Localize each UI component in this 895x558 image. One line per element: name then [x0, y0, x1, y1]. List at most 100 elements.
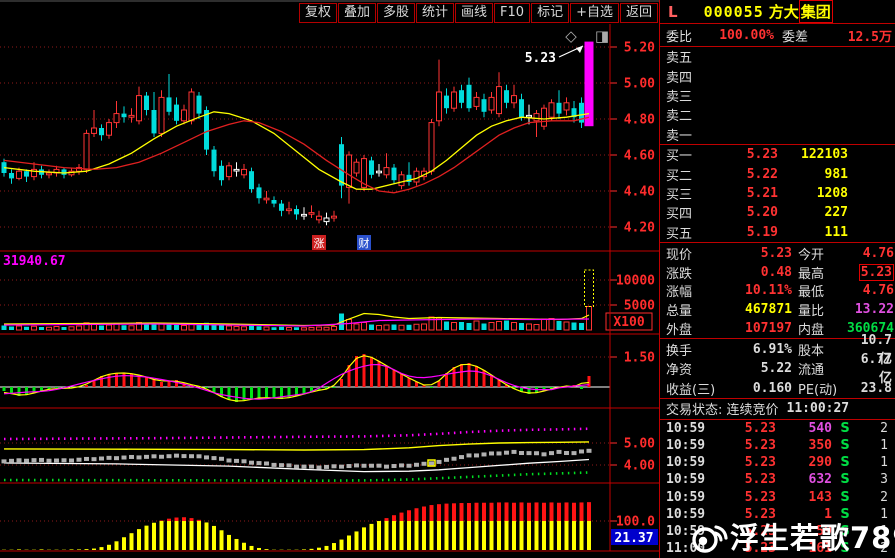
ask-label: 卖二	[666, 105, 706, 124]
toolbar-buttons: 复权叠加多股统计画线F10标记+自选返回	[299, 3, 659, 23]
price-axis-label: 5.20	[624, 41, 655, 56]
stock-app-window: 复权叠加多股统计画线F10标记+自选返回 5.205.004.804.604.4…	[0, 0, 895, 558]
stock-code: 000055	[704, 3, 764, 21]
band-lower-line	[4, 473, 589, 481]
watermark-text: 浮生若歌789	[730, 515, 895, 557]
tick-price: 5.23	[710, 421, 776, 436]
fundamental-stats: 换手6.91%股本10.7亿净资5.22流通6.77亿收益(三)0.160PE(…	[660, 338, 895, 398]
bid-row[interactable]: 买三5.211208	[660, 184, 895, 203]
tick-time: 10:59	[666, 455, 710, 470]
tick-direction: S	[832, 438, 858, 453]
tick-row: 10:595.23540S2	[660, 420, 895, 437]
stat-label: 净资	[666, 359, 724, 378]
ask-label: 卖三	[666, 86, 706, 105]
layout-toggle-icon[interactable]: ◨	[595, 27, 609, 45]
toolbar-button-+自选[interactable]: +自选	[570, 3, 619, 23]
tick-row: 10:595.23632S3	[660, 471, 895, 488]
tick-time: 10:59	[666, 438, 710, 453]
toolbar-button-统计[interactable]: 统计	[416, 3, 454, 23]
stock-name: 方大	[769, 1, 799, 22]
toolbar-button-复权[interactable]: 复权	[299, 3, 337, 23]
quote-stats: 现价5.23今开4.76涨跌0.48最高5.23涨幅10.11%最低4.76总量…	[660, 242, 895, 338]
osc-current-value: 21.37	[614, 531, 653, 546]
stock-title: L 000055 方大 集团	[660, 0, 895, 24]
bid-row[interactable]: 买五5.19111	[660, 223, 895, 242]
ask-row[interactable]: 卖四	[660, 66, 895, 85]
stat-value-boxed: 5.23	[859, 264, 894, 281]
stat-label: 内盘	[798, 319, 846, 338]
ask-row[interactable]: 卖二	[660, 105, 895, 124]
bid-label: 买二	[666, 165, 706, 184]
toolbar-button-多股[interactable]: 多股	[377, 3, 415, 23]
trade-status: 交易状态: 连续竞价 11:00:27	[660, 398, 895, 420]
quote-stat-row: 涨跌0.48 最高 5.23	[660, 263, 895, 282]
toolbar-button-画线[interactable]: 画线	[455, 3, 493, 23]
ask-label: 卖一	[666, 125, 706, 144]
band-axis-label: 5.00	[624, 437, 655, 452]
volume-axis-label: 5000	[624, 299, 655, 314]
fundamental-row: 净资5.22流通6.77亿	[660, 359, 895, 378]
quote-stat-row: 涨幅10.11%最低4.76	[660, 282, 895, 301]
multi-panel-chart[interactable]: 5.205.004.804.604.404.20涨财5.23◇◨10000500…	[0, 24, 659, 558]
ma-line-yellow	[4, 112, 589, 189]
ask-row[interactable]: 卖五	[660, 47, 895, 66]
stat-label: 涨跌	[666, 263, 716, 282]
bid-price: 5.22	[706, 167, 778, 182]
tick-price: 5.23	[710, 455, 776, 470]
tick-row: 10:595.23290S1	[660, 454, 895, 471]
bid-price: 5.20	[706, 205, 778, 220]
bid-row[interactable]: 买四5.20227	[660, 203, 895, 222]
event-marker-text[interactable]: 涨	[314, 237, 325, 250]
stat-label: 总量	[666, 300, 716, 319]
stat-label: 收益(三)	[666, 379, 724, 398]
volume-dotted-projection	[585, 270, 594, 307]
bid-label: 买五	[666, 223, 706, 242]
tick-direction: S	[832, 490, 858, 505]
bid-row[interactable]: 买二5.22981	[660, 164, 895, 183]
stat-value: 467871	[716, 302, 792, 317]
chart-area[interactable]: 5.205.004.804.604.404.20涨财5.23◇◨10000500…	[0, 24, 659, 558]
ask-label: 卖四	[666, 67, 706, 86]
price-axis-label: 5.00	[624, 77, 655, 92]
stat-value: 0.160	[724, 381, 792, 396]
band-upper-line	[4, 429, 589, 439]
volume-indicator-value: 31940.67	[3, 254, 66, 269]
stat-value: 13.22	[846, 302, 894, 317]
bid-label: 买四	[666, 203, 706, 222]
quote-stat-row: 总量467871量比13.22	[660, 300, 895, 319]
stat-label: 涨幅	[666, 281, 716, 300]
event-marker-text[interactable]: 财	[359, 236, 370, 250]
toolbar-button-叠加[interactable]: 叠加	[338, 3, 376, 23]
bid-volume: 227	[778, 205, 848, 220]
stat-label: 最低	[798, 281, 846, 300]
stat-value: 4.76	[846, 246, 894, 261]
volume-axis-label: 10000	[616, 274, 655, 289]
price-axis-label: 4.20	[624, 221, 655, 236]
candlestick-series	[2, 42, 594, 226]
stat-value: 0.48	[716, 265, 792, 280]
band-axis-label: 4.00	[624, 459, 655, 474]
quote-panel: L 000055 方大 集团 委比 100.00% 委差 12.5万 卖五卖四卖…	[659, 0, 895, 558]
stat-label: 最高	[798, 263, 846, 282]
stat-label: 流通	[798, 359, 850, 378]
tick-count: 2	[858, 421, 888, 436]
tick-count: 2	[858, 490, 888, 505]
diamond-mark-icon[interactable]: ◇	[565, 27, 577, 45]
tick-price: 5.23	[710, 472, 776, 487]
toolbar-button-F10[interactable]: F10	[494, 3, 530, 23]
tick-row: 10:595.23350S1	[660, 437, 895, 454]
stat-value: 5.22	[724, 361, 792, 376]
ask-row[interactable]: 卖一	[660, 125, 895, 144]
ask-row[interactable]: 卖三	[660, 86, 895, 105]
tick-count: 1	[858, 455, 888, 470]
stat-value: 4.76	[846, 283, 894, 298]
weibo-icon	[688, 515, 730, 557]
toolbar-button-返回[interactable]: 返回	[620, 3, 658, 23]
bid-row[interactable]: 买一5.23122103	[660, 145, 895, 164]
weicha-label: 委差	[782, 26, 828, 45]
toolbar-button-标记[interactable]: 标记	[531, 3, 569, 23]
band-price-boxes	[2, 449, 592, 470]
stat-value: 5.23	[716, 246, 792, 261]
tick-volume: 290	[776, 455, 832, 470]
toolbar: 复权叠加多股统计画线F10标记+自选返回	[0, 2, 659, 25]
